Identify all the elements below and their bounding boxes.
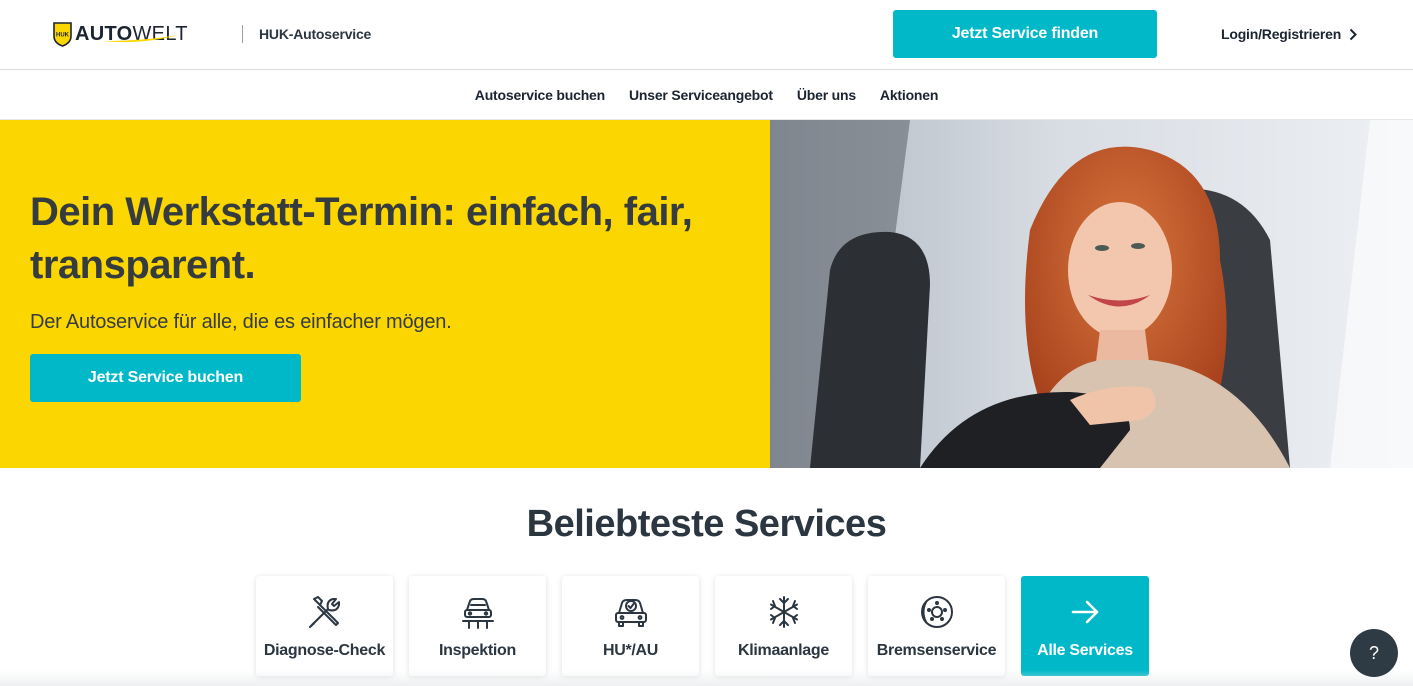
wrench-screwdriver-icon xyxy=(306,593,344,631)
hero-image xyxy=(770,120,1413,468)
nav-item-serviceangebot[interactable]: Unser Serviceangebot xyxy=(629,87,773,103)
service-card-klimaanlage[interactable]: Klimaanlage xyxy=(715,576,852,676)
service-card-diagnose[interactable]: Diagnose-Check xyxy=(256,576,393,676)
chevron-right-icon xyxy=(1349,28,1358,40)
service-card-inspektion[interactable]: Inspektion xyxy=(409,576,546,676)
login-register-link[interactable]: Login/Registrieren xyxy=(1221,26,1358,42)
autowelt-logo[interactable]: HUK AUTOWELT xyxy=(53,18,188,50)
service-label: Diagnose-Check xyxy=(263,642,386,659)
find-service-button[interactable]: Jetzt Service finden xyxy=(893,10,1157,58)
brake-disc-icon xyxy=(918,593,956,631)
header-divider xyxy=(242,25,243,43)
hero-panel: Dein Werkstatt-Termin: einfach, fair, tr… xyxy=(0,120,770,468)
car-lift-icon xyxy=(459,593,497,631)
logo-badge-text: HUK xyxy=(56,32,70,38)
service-label: Klimaanlage xyxy=(738,642,829,659)
service-label: Bremsenservice xyxy=(876,642,997,659)
login-label: Login/Registrieren xyxy=(1221,26,1342,42)
services-title: Beliebteste Services xyxy=(526,503,887,545)
snowflake-icon xyxy=(765,593,803,631)
book-service-button[interactable]: Jetzt Service buchen xyxy=(30,354,301,402)
main-nav: Autoservice buchen Unser Serviceangebot … xyxy=(0,70,1413,120)
service-card-alle-services[interactable]: Alle Services xyxy=(1021,576,1149,676)
service-label: Alle Services xyxy=(1037,642,1133,659)
help-button[interactable]: ? xyxy=(1350,629,1398,677)
services-list: Diagnose-Check Inspektion HU*/AU Klimaan… xyxy=(256,576,1149,676)
logo-swoosh-icon xyxy=(103,35,179,43)
service-label: Inspektion xyxy=(438,642,516,659)
hero-title: Dein Werkstatt-Termin: einfach, fair, tr… xyxy=(30,190,693,287)
brand-subtitle: HUK-Autoservice xyxy=(259,26,372,42)
service-card-hu-au[interactable]: HU*/AU xyxy=(562,576,699,676)
arrow-right-icon xyxy=(1066,593,1104,631)
huk-shield-icon: HUK xyxy=(53,21,72,47)
nav-item-aktionen[interactable]: Aktionen xyxy=(880,87,938,103)
nav-item-ueber-uns[interactable]: Über uns xyxy=(797,87,856,103)
hero-subtitle: Der Autoservice für alle, die es einfach… xyxy=(30,311,452,333)
top-header: HUK AUTOWELT HUK-Autoservice Jetzt Servi… xyxy=(0,0,1413,70)
car-check-icon xyxy=(612,593,650,631)
nav-item-autoservice-buchen[interactable]: Autoservice buchen xyxy=(475,87,605,103)
service-card-bremsenservice[interactable]: Bremsenservice xyxy=(868,576,1005,676)
service-label: HU*/AU xyxy=(602,642,659,659)
